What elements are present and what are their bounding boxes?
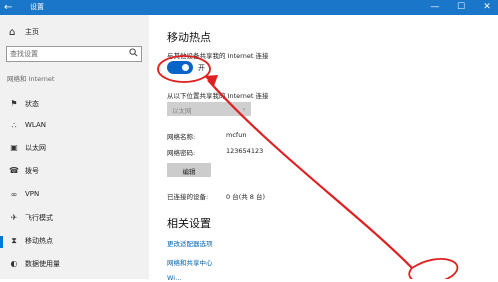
sidebar-item-hotspot[interactable]: ⧗ 移动热点: [0, 232, 149, 252]
network-password-label: 网络密码:: [167, 149, 196, 157]
sidebar-item-dialup[interactable]: ☎ 拨号: [0, 162, 149, 182]
maximize-button[interactable]: ☐: [452, 0, 470, 15]
sidebar-item-label: 拨号: [25, 167, 39, 175]
data-usage-icon: ◐: [10, 259, 18, 268]
sidebar-item-label: 数据使用量: [25, 260, 60, 268]
related-settings-title: 相关设置: [167, 217, 211, 230]
hotspot-toggle[interactable]: [167, 61, 193, 74]
page-title: 移动热点: [167, 31, 211, 44]
toggle-state-label: 开: [198, 64, 205, 72]
connected-devices-value: 0 台(共 8 台): [226, 193, 266, 201]
network-password-value: 123654123: [226, 147, 264, 155]
vpn-icon: ∞: [10, 190, 18, 199]
active-indicator: [0, 236, 3, 248]
sidebar-item-label: 飞行模式: [25, 214, 53, 222]
sidebar-item-label: VPN: [25, 190, 40, 198]
edit-button[interactable]: 编辑: [167, 163, 211, 177]
link-network-sharing-center[interactable]: 网络和共享中心: [167, 257, 213, 267]
ethernet-icon: ▣: [10, 143, 18, 152]
sidebar-item-wlan[interactable]: ∴ WLAN: [0, 117, 149, 137]
sidebar-item-ethernet[interactable]: ▣ 以太网: [0, 139, 149, 159]
close-button[interactable]: ✕: [478, 0, 496, 15]
chevron-down-icon: ⌄: [241, 104, 247, 112]
dialup-icon: ☎: [9, 166, 19, 175]
home-icon[interactable]: ⌂: [9, 27, 15, 38]
share-label: 与其他设备共享我的 Internet 连接: [167, 52, 269, 60]
share-from-label: 从以下位置共享我的 Internet 连接: [167, 92, 269, 100]
annotation-arrow-head: [204, 75, 218, 86]
sidebar-item-status[interactable]: ⚑ 状态: [0, 95, 149, 115]
share-from-select[interactable]: 以太网 ⌄: [167, 102, 251, 116]
minimize-button[interactable]: —: [426, 0, 444, 15]
network-name-label: 网络名称:: [167, 133, 196, 141]
search-icon[interactable]: [129, 48, 138, 57]
section-label: 网络和 Internet: [7, 75, 55, 83]
link-adapter-options[interactable]: 更改适配器选项: [167, 238, 213, 248]
search-input[interactable]: 查找设置: [6, 46, 142, 62]
edit-button-label: 编辑: [182, 168, 196, 176]
status-icon: ⚑: [10, 99, 18, 108]
connected-devices-label: 已连接的设备:: [167, 193, 209, 201]
annotation-loop: [408, 258, 459, 279]
sidebar-item-home[interactable]: 主页: [25, 27, 39, 37]
search-placeholder: 查找设置: [10, 50, 38, 58]
sidebar-item-label: WLAN: [25, 121, 47, 129]
window-title: 设置: [30, 3, 44, 11]
share-from-value: 以太网: [172, 107, 192, 115]
network-name-value: mcfun: [226, 131, 247, 139]
sidebar-item-data-usage[interactable]: ◐ 数据使用量: [0, 255, 149, 275]
airplane-icon: ✈: [10, 213, 18, 222]
toggle-knob: [182, 64, 189, 71]
link-partial[interactable]: Wi…: [167, 274, 182, 282]
sidebar-item-label: 以太网: [25, 144, 46, 152]
title-bar: [0, 0, 498, 15]
sidebar-item-vpn[interactable]: ∞ VPN: [0, 186, 149, 206]
wifi-icon: ∴: [11, 121, 17, 130]
sidebar-item-label: 移动热点: [25, 237, 53, 245]
back-arrow-icon[interactable]: ←: [4, 0, 18, 15]
hotspot-icon: ⧗: [11, 236, 17, 245]
sidebar-item-airplane[interactable]: ✈ 飞行模式: [0, 209, 149, 229]
sidebar-item-label: 状态: [25, 100, 39, 108]
